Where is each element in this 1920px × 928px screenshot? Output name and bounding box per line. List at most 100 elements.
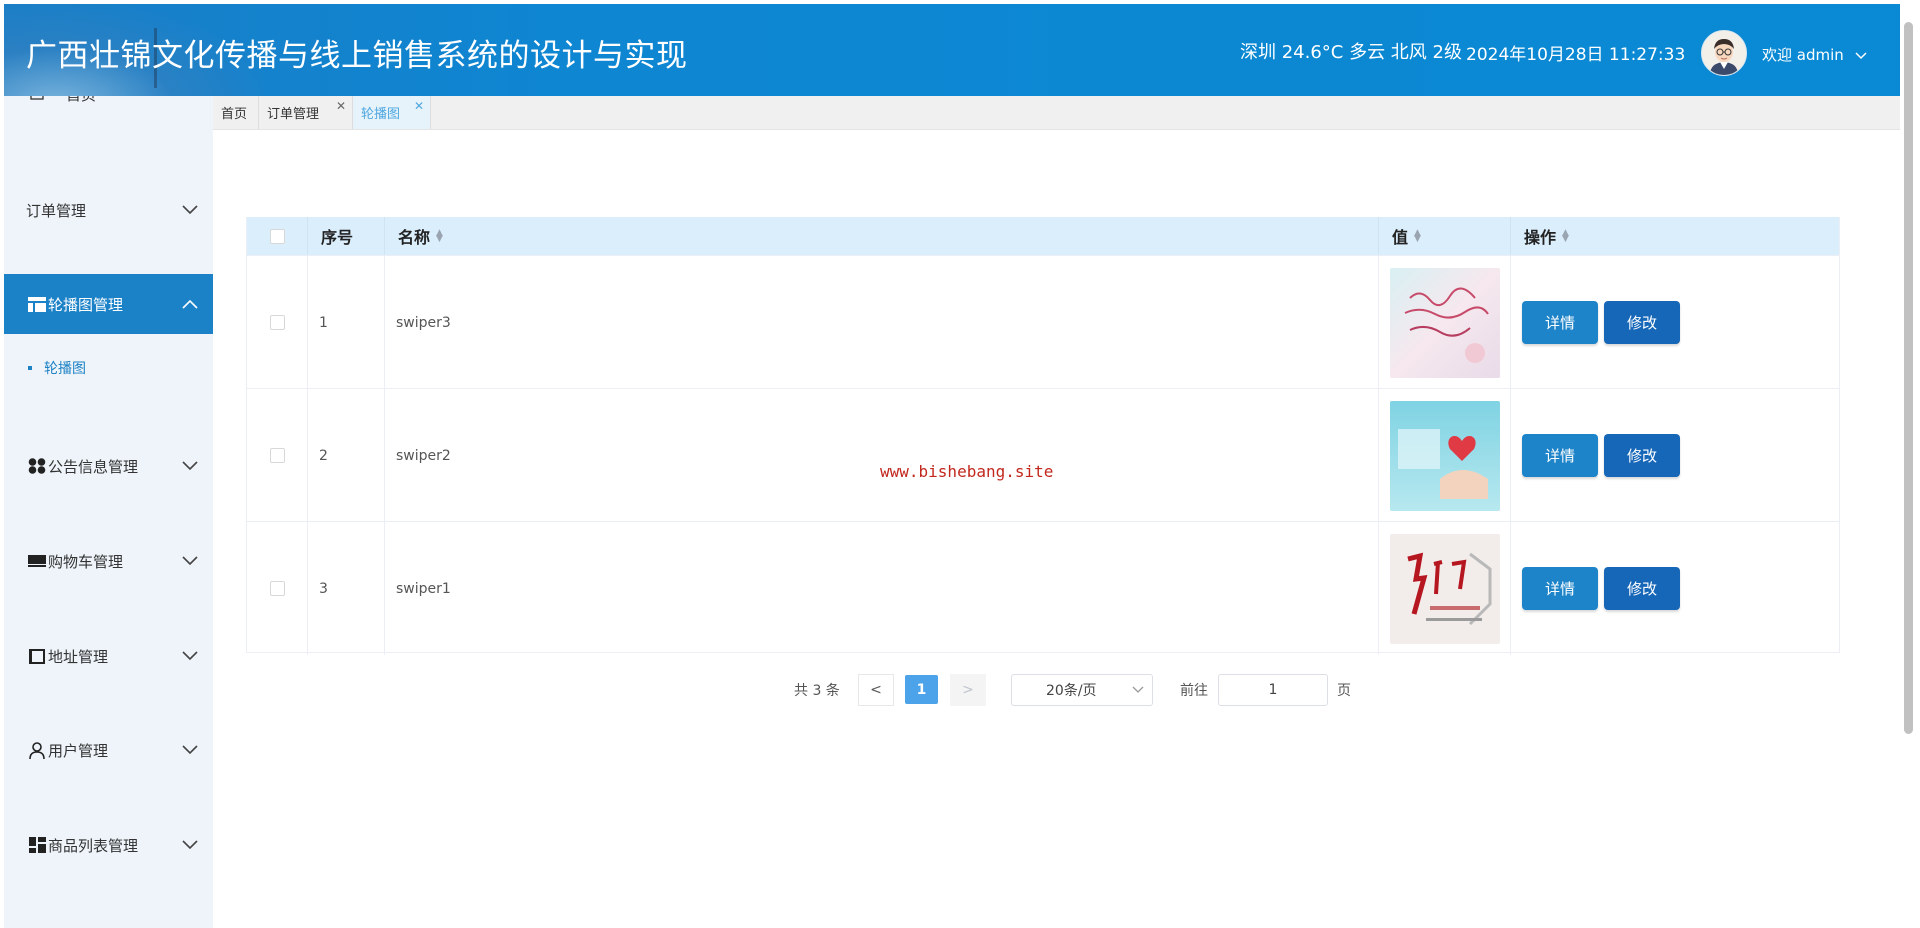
chevron-down-icon: [179, 552, 201, 570]
index-cell: 1: [308, 256, 385, 389]
column-label: 值: [1392, 228, 1409, 247]
sidebar-item-address[interactable]: 地址管理: [4, 626, 213, 686]
carousel-thumbnail[interactable]: [1389, 533, 1500, 644]
edit-button[interactable]: 修改: [1604, 567, 1680, 610]
watermark: www.bishebang.site: [880, 462, 1054, 481]
name-cell: swiper2: [385, 389, 1379, 522]
user-menu[interactable]: 欢迎 admin: [1762, 44, 1867, 65]
page-scrollbar[interactable]: [1904, 22, 1913, 734]
app-title: 广西壮锦文化传播与线上销售系统的设计与实现: [26, 38, 688, 74]
name-cell: swiper1: [385, 522, 1379, 655]
chevron-down-icon: [179, 201, 201, 219]
sidebar-item-users[interactable]: 用户管理: [4, 720, 213, 780]
name-cell: swiper3: [385, 256, 1379, 389]
row-checkbox[interactable]: [269, 315, 285, 330]
carousel-thumbnail[interactable]: [1389, 400, 1500, 511]
tab-label: 订单管理: [267, 107, 320, 122]
sidebar-item-products[interactable]: 商品列表管理: [4, 815, 213, 875]
column-label: 序号: [321, 228, 354, 247]
goto-page-input[interactable]: 1: [1218, 674, 1328, 706]
row-select-cell: [247, 256, 308, 389]
welcome-text: 欢迎 admin: [1762, 46, 1844, 64]
edit-button[interactable]: 修改: [1604, 434, 1680, 477]
index-cell: 2: [308, 389, 385, 522]
sidebar-subitem-carousel[interactable]: 轮播图: [4, 348, 213, 388]
column-header-index: 序号: [308, 217, 385, 255]
tab-orders[interactable]: 订单管理 ✕: [259, 96, 353, 129]
home-icon: [28, 96, 46, 102]
column-header-actions[interactable]: 操作 ▲ ▼: [1511, 217, 1839, 255]
tab-label: 首页: [221, 107, 248, 122]
keyboard-icon: [28, 553, 46, 569]
top-header: 广西壮锦文化传播与线上销售系统的设计与实现 深圳 24.6°C 多云 北风 2级…: [4, 4, 1900, 96]
tab-home[interactable]: 首页: [213, 96, 259, 129]
edit-button[interactable]: 修改: [1604, 301, 1680, 344]
sidebar-item-home[interactable]: 首页: [4, 96, 213, 114]
chevron-down-icon: [1855, 49, 1867, 63]
close-icon[interactable]: ✕: [336, 99, 346, 113]
chevron-down-icon: [179, 836, 201, 854]
table-header: 序号 名称 ▲ ▼ 值 ▲ ▼ 操作 ▲ ▼: [247, 217, 1839, 255]
table-row: 1 swiper3 详情 修改: [247, 255, 1839, 389]
image-cell: [1379, 256, 1511, 389]
tab-label: 轮播图: [361, 107, 401, 122]
bullet-icon: [28, 366, 32, 370]
chevron-up-icon: [179, 295, 201, 313]
actions-cell: 详情 修改: [1511, 522, 1839, 655]
close-icon[interactable]: ✕: [414, 99, 424, 113]
pagination-total: 共 3 条: [794, 683, 840, 699]
sidebar-item-orders[interactable]: 订单管理: [4, 180, 213, 240]
table-row: 2 swiper2 详情 修改: [247, 388, 1839, 522]
page-size-select[interactable]: 20条/页: [1011, 674, 1153, 706]
image-cell: [1379, 389, 1511, 522]
row-checkbox[interactable]: [269, 448, 285, 463]
sidebar-item-label: 公告信息管理: [48, 457, 139, 476]
four-dots-icon: [28, 458, 46, 474]
actions-cell: 详情 修改: [1511, 389, 1839, 522]
chevron-down-icon: [179, 457, 201, 475]
goto-label: 前往: [1180, 683, 1208, 699]
select-all-cell: [247, 217, 308, 255]
sort-icon[interactable]: ▲ ▼: [1562, 229, 1569, 244]
book-icon: [28, 648, 46, 664]
column-label: 操作: [1524, 228, 1557, 247]
page-size-value: 20条/页: [1046, 683, 1097, 699]
page-1-button[interactable]: 1: [905, 675, 938, 704]
row-select-cell: [247, 389, 308, 522]
chevron-down-icon: [179, 647, 201, 665]
sidebar-item-cart[interactable]: 购物车管理: [4, 531, 213, 591]
chevron-down-icon: [1132, 682, 1144, 698]
next-page-button[interactable]: >: [950, 674, 986, 706]
column-label: 名称: [398, 228, 431, 247]
prev-page-button[interactable]: <: [858, 674, 894, 706]
index-cell: 3: [308, 522, 385, 655]
detail-button[interactable]: 详情: [1522, 567, 1598, 610]
page-unit-label: 页: [1337, 683, 1351, 699]
sidebar-item-carousel[interactable]: 轮播图管理: [4, 274, 213, 334]
row-checkbox[interactable]: [269, 581, 285, 596]
row-select-cell: [247, 522, 308, 655]
sidebar-item-label: 首页: [66, 96, 213, 105]
avatar[interactable]: [1701, 30, 1747, 76]
table-row: 3 swiper1 详情 修改: [247, 521, 1839, 655]
select-all-checkbox[interactable]: [269, 228, 285, 244]
sidebar-item-label: 订单管理: [26, 201, 87, 220]
datetime: 2024年10月28日 11:27:33: [1466, 45, 1686, 65]
sidebar-item-notices[interactable]: 公告信息管理: [4, 436, 213, 496]
tab-carousel[interactable]: 轮播图 ✕: [353, 96, 431, 129]
sort-icon[interactable]: ▲ ▼: [1414, 229, 1421, 244]
column-header-value[interactable]: 值 ▲ ▼: [1379, 217, 1511, 255]
column-header-name[interactable]: 名称 ▲ ▼: [385, 217, 1379, 255]
detail-button[interactable]: 详情: [1522, 434, 1598, 477]
user-icon: [28, 741, 46, 759]
table-icon: [28, 296, 46, 312]
sidebar-item-label: 地址管理: [48, 647, 109, 666]
detail-button[interactable]: 详情: [1522, 301, 1598, 344]
carousel-thumbnail[interactable]: [1389, 267, 1500, 378]
sidebar-item-label: 购物车管理: [48, 552, 124, 571]
sidebar-item-label: 商品列表管理: [48, 836, 139, 855]
actions-cell: 详情 修改: [1511, 256, 1839, 389]
sort-icon[interactable]: ▲ ▼: [436, 229, 443, 244]
grid-icon: [28, 837, 46, 853]
chevron-down-icon: [179, 741, 201, 759]
